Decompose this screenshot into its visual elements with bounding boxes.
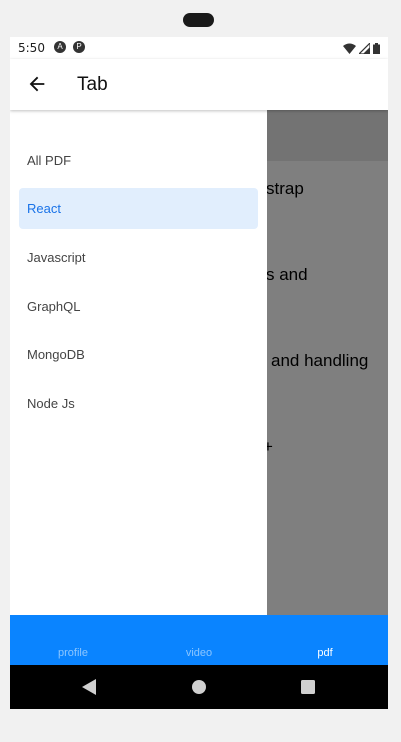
bottom-tab-bar: profile video pdf — [10, 615, 388, 665]
tab-label: video — [185, 647, 213, 659]
app-bar: Tab — [10, 59, 388, 110]
circle-home-icon[interactable] — [191, 679, 207, 695]
tab-profile[interactable]: profile — [10, 615, 136, 665]
speaker-grille — [183, 13, 214, 27]
drawer-item-label: Javascript — [27, 250, 86, 265]
wifi-icon — [343, 43, 356, 54]
page-title: Tab — [77, 74, 108, 95]
tab-pdf[interactable]: pdf — [262, 615, 388, 665]
drawer-item-label: React — [27, 201, 61, 216]
status-time: 5:50 — [18, 41, 45, 55]
drawer-item-label: Node Js — [27, 396, 75, 411]
drawer-item-react[interactable]: React — [19, 188, 258, 229]
battery-icon — [373, 42, 380, 54]
drawer-item-label: All PDF — [27, 153, 72, 168]
notification-p-icon: P — [73, 41, 85, 53]
drawer-item-javascript[interactable]: Javascript — [19, 237, 258, 278]
drawer-item-node-js[interactable]: Node Js — [19, 383, 258, 424]
square-recents-icon[interactable] — [301, 680, 315, 694]
drawer-item-graphql[interactable]: GraphQL — [19, 286, 258, 327]
drawer-item-label: MongoDB — [27, 347, 85, 362]
drawer-item-all-pdf[interactable]: All PDF — [19, 140, 258, 181]
triangle-back-icon[interactable] — [82, 679, 96, 695]
screen: 5:50 A P Tab All PDF React Javascript Gr… — [10, 37, 388, 709]
signal-icon — [359, 42, 370, 54]
drawer-item-mongodb[interactable]: MongoDB — [19, 334, 258, 375]
navigation-drawer: All PDF React Javascript GraphQL MongoDB… — [10, 110, 267, 615]
tab-label: pdf — [317, 647, 333, 659]
tab-video[interactable]: video — [136, 615, 262, 665]
status-bar: 5:50 A P — [10, 37, 388, 59]
status-icons — [343, 42, 380, 54]
system-nav-bar — [10, 665, 388, 709]
device-frame: 5:50 A P Tab All PDF React Javascript Gr… — [0, 0, 401, 742]
arrow-left-icon[interactable] — [26, 73, 48, 95]
notification-a-icon: A — [54, 41, 66, 53]
tab-label: profile — [58, 647, 88, 659]
drawer-item-label: GraphQL — [27, 299, 81, 314]
